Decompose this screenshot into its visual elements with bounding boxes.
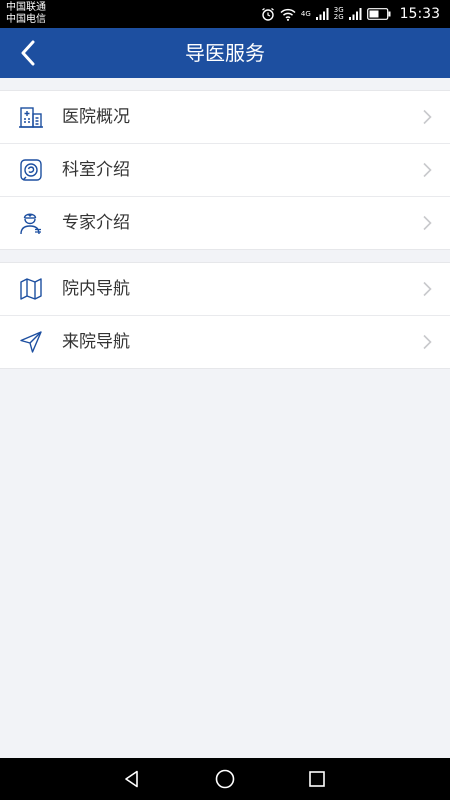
chevron-right-icon bbox=[423, 162, 432, 178]
network-type-1: 4G bbox=[300, 9, 311, 18]
status-bar: 中国联通 中国电信 4G 3G 2G 15:33 bbox=[0, 0, 450, 28]
status-icons: 4G 3G 2G 15:33 bbox=[261, 0, 440, 28]
battery-icon bbox=[366, 8, 391, 20]
menu-item-indoor-navigation[interactable]: 院内导航 bbox=[0, 263, 450, 316]
menu-item-label: 专家介绍 bbox=[62, 213, 130, 233]
menu-item-label: 医院概况 bbox=[62, 107, 130, 127]
chevron-right-icon bbox=[423, 215, 432, 231]
wifi-icon bbox=[280, 8, 296, 21]
system-back-button[interactable] bbox=[119, 766, 145, 792]
menu-item-label: 来院导航 bbox=[62, 332, 130, 352]
network-type-2: 3G 2G bbox=[334, 7, 344, 21]
menu-item-label: 院内导航 bbox=[62, 279, 130, 299]
page-title: 导医服务 bbox=[185, 41, 265, 65]
menu-item-hospital-overview[interactable]: 医院概况 bbox=[0, 91, 450, 144]
menu-item-route-navigation[interactable]: 来院导航 bbox=[0, 316, 450, 368]
square-recent-icon bbox=[309, 771, 325, 787]
circle-home-icon bbox=[215, 769, 235, 789]
system-home-button[interactable] bbox=[212, 766, 238, 792]
chevron-right-icon bbox=[423, 281, 432, 297]
carrier-name-1: 中国联通 bbox=[6, 2, 46, 13]
department-icon bbox=[18, 157, 44, 183]
signal-icon-1 bbox=[315, 8, 329, 20]
menu-item-department-intro[interactable]: 科室介绍 bbox=[0, 144, 450, 197]
system-nav-bar bbox=[0, 758, 450, 800]
menu-item-expert-intro[interactable]: 专家介绍 bbox=[0, 197, 450, 249]
carrier-name-2: 中国电信 bbox=[6, 14, 46, 25]
doctor-icon bbox=[18, 210, 44, 236]
system-recent-apps-button[interactable] bbox=[304, 766, 330, 792]
alarm-icon bbox=[261, 7, 275, 21]
network-type-2b: 2G bbox=[333, 13, 344, 21]
navigation-arrow-icon bbox=[18, 329, 44, 355]
chevron-right-icon bbox=[423, 334, 432, 350]
signal-icon-2 bbox=[348, 8, 362, 20]
menu-item-label: 科室介绍 bbox=[62, 160, 130, 180]
chevron-right-icon bbox=[423, 109, 432, 125]
map-icon bbox=[18, 276, 44, 302]
status-time: 15:33 bbox=[399, 6, 440, 22]
menu-group-info: 医院概况 科室介绍 专家介绍 bbox=[0, 90, 450, 250]
title-bar: 导医服务 bbox=[0, 28, 450, 78]
hospital-building-icon bbox=[18, 104, 44, 130]
triangle-back-icon bbox=[125, 770, 138, 788]
menu-group-navigation: 院内导航 来院导航 bbox=[0, 262, 450, 369]
